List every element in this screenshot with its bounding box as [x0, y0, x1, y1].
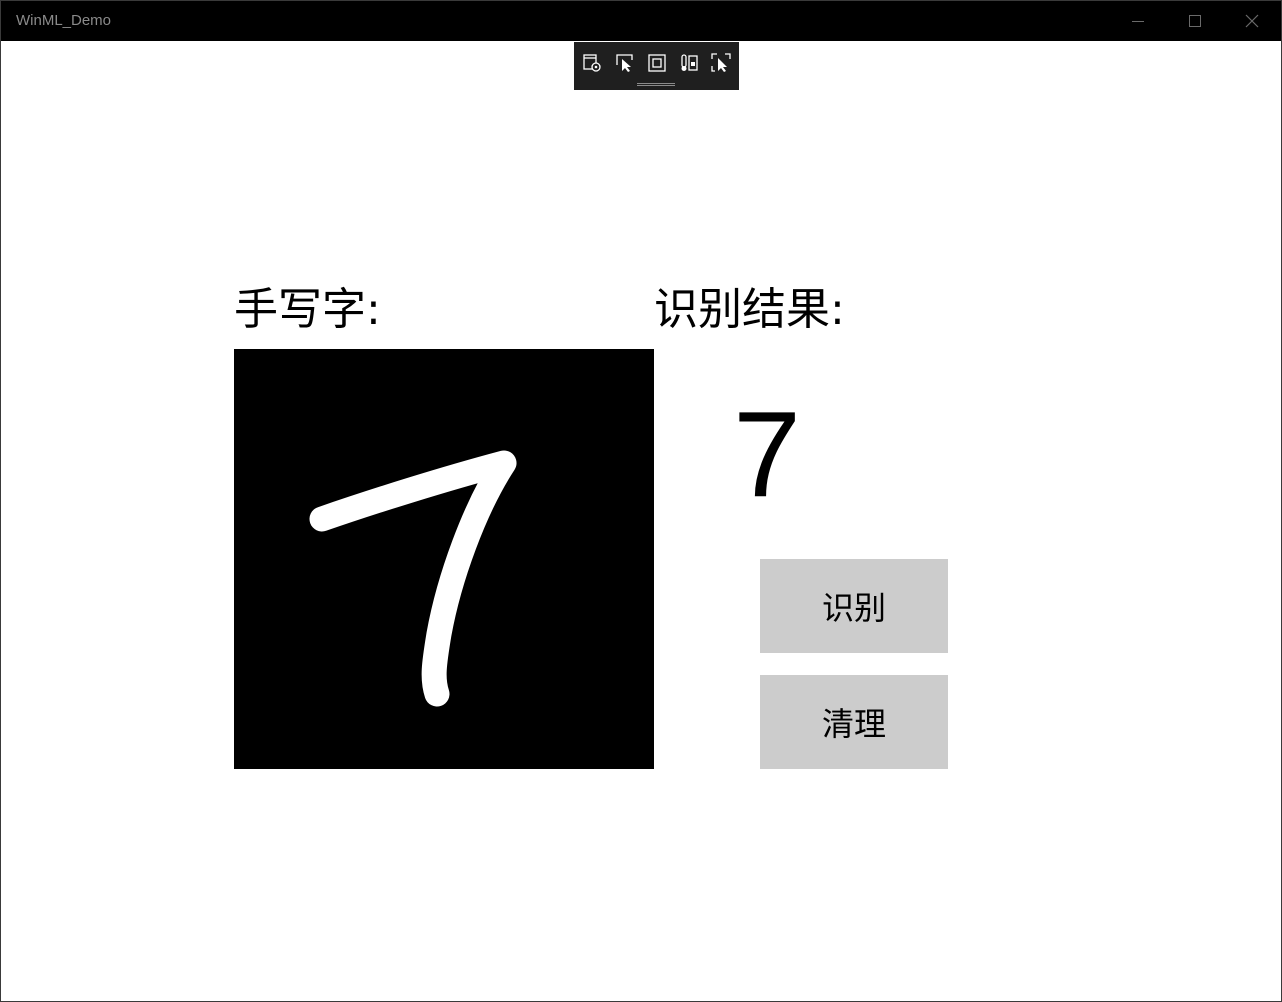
hot-reload-icon	[711, 53, 731, 72]
track-focus-button[interactable]	[677, 51, 701, 75]
handwriting-label: 手写字:	[234, 284, 381, 335]
recognize-button[interactable]: 识别	[760, 559, 948, 653]
toolbar-drag-handle[interactable]	[637, 83, 675, 86]
minimize-button[interactable]	[1110, 1, 1166, 41]
select-element-button[interactable]	[613, 51, 637, 75]
close-icon	[1245, 14, 1259, 28]
title-bar[interactable]: WinML_Demo	[1, 1, 1281, 41]
recognition-result: 7	[733, 386, 801, 522]
maximize-icon	[1189, 15, 1201, 27]
live-visual-tree-icon	[583, 54, 601, 72]
track-focus-icon	[681, 54, 698, 71]
handwriting-canvas[interactable]	[234, 349, 654, 769]
result-label: 识别结果:	[654, 284, 845, 335]
close-button[interactable]	[1224, 1, 1280, 41]
display-layout-adorners-icon	[648, 54, 666, 72]
app-window: WinML_Demo 手写字: 识别结果: 7 识别 清理	[0, 0, 1282, 1002]
minimize-icon	[1132, 21, 1144, 22]
ink-stroke	[309, 450, 517, 707]
select-element-icon	[616, 54, 633, 72]
maximize-button[interactable]	[1167, 1, 1223, 41]
live-visual-tree-button[interactable]	[580, 51, 604, 75]
display-layout-adorners-button[interactable]	[645, 51, 669, 75]
debug-toolbar	[574, 42, 739, 90]
window-title: WinML_Demo	[16, 12, 112, 29]
clear-button[interactable]: 清理	[760, 675, 948, 769]
hot-reload-button[interactable]	[709, 51, 733, 75]
